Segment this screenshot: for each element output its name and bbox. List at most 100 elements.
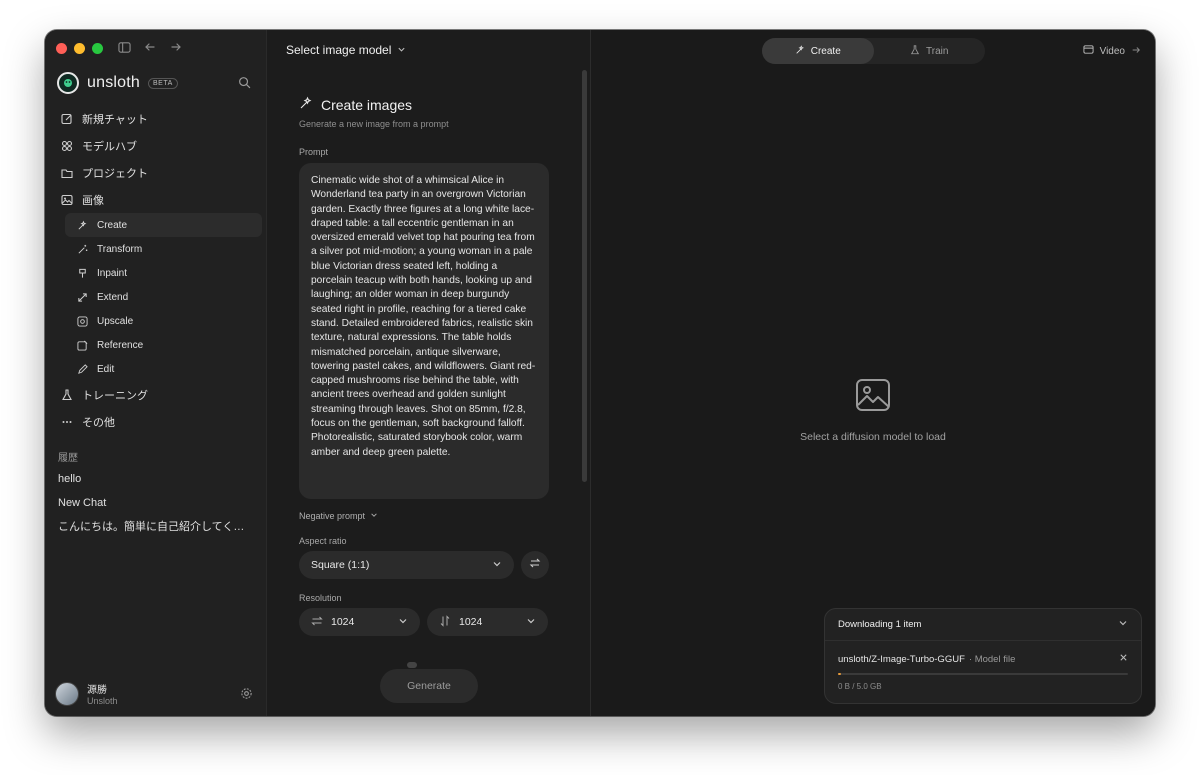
video-icon	[1083, 44, 1094, 58]
negative-prompt-label: Negative prompt	[299, 511, 366, 521]
sidebar-item-label: Upscale	[97, 315, 134, 327]
search-icon[interactable]	[238, 76, 252, 90]
download-size: 0 B / 5.0 GB	[838, 682, 882, 691]
chevron-down-icon	[492, 559, 502, 572]
empty-state-text: Select a diffusion model to load	[800, 431, 946, 443]
tab-label: Train	[926, 45, 949, 57]
download-panel: Downloading 1 item unsloth/Z-Image-Turbo…	[824, 608, 1142, 704]
sparkle-icon	[299, 96, 313, 113]
reference-icon	[75, 338, 89, 352]
image-icon	[60, 193, 74, 207]
sidebar-item-create[interactable]: Create	[65, 213, 262, 237]
scrollbar[interactable]	[582, 70, 587, 482]
video-link[interactable]: Video	[1083, 44, 1141, 58]
sparkle-icon	[75, 218, 89, 232]
sidebar-item-projects[interactable]: プロジェクト	[53, 159, 262, 186]
sidebar-item-upscale[interactable]: Upscale	[65, 309, 262, 333]
chevron-down-icon[interactable]	[1118, 618, 1128, 631]
image-submenu: Create Transform Inpaint Extend Upscale	[53, 213, 262, 381]
folder-icon	[60, 166, 74, 180]
tab-train[interactable]: Train	[874, 38, 986, 64]
sidebar-item-label: Inpaint	[97, 267, 128, 279]
upscale-icon	[75, 314, 89, 328]
close-icon[interactable]	[1119, 653, 1128, 665]
tab-label: Create	[810, 45, 841, 57]
sidebar-item-label: トレーニング	[82, 389, 148, 402]
chevron-down-icon	[526, 616, 536, 629]
width-select[interactable]: 1024	[299, 608, 420, 636]
download-progress-fill	[838, 673, 841, 675]
history-item[interactable]: こんにちは。簡単に自己紹介してください	[58, 515, 252, 539]
prompt-label: Prompt	[299, 147, 329, 157]
sparkle-icon	[795, 44, 805, 58]
sidebar-item-label: モデルハブ	[82, 140, 137, 153]
back-arrow-icon[interactable]	[143, 40, 157, 54]
sidebar-toggle-icon[interactable]	[117, 40, 131, 54]
negative-prompt-toggle[interactable]: Negative prompt	[299, 511, 378, 521]
user-profile[interactable]: 源勝 Unsloth	[55, 681, 254, 706]
sidebar-item-reference[interactable]: Reference	[65, 333, 262, 357]
avatar	[55, 681, 79, 706]
edit-icon	[60, 112, 74, 126]
flask-icon	[910, 44, 920, 58]
forward-arrow-icon[interactable]	[169, 40, 183, 54]
sidebar-item-label: Edit	[97, 363, 115, 375]
titlebar-icons	[117, 40, 183, 54]
close-window-button[interactable]	[56, 43, 67, 54]
empty-state: Select a diffusion model to load	[591, 378, 1155, 443]
history-item[interactable]: hello	[58, 467, 252, 491]
history-item[interactable]: New Chat	[58, 491, 252, 515]
user-name: 源勝	[87, 685, 107, 696]
unsloth-logo-icon	[57, 72, 79, 94]
arrow-right-icon	[1131, 45, 1141, 58]
canvas-area: Create Train Video Select a diffusion mo…	[591, 30, 1155, 716]
aspect-ratio-select[interactable]: Square (1:1)	[299, 551, 514, 579]
brand-name: unsloth	[87, 74, 140, 91]
image-placeholder-icon	[855, 378, 891, 417]
slider-handle[interactable]	[407, 662, 417, 668]
beta-badge: BETA	[148, 77, 178, 89]
chevron-down-icon	[398, 616, 408, 629]
flask-icon	[60, 388, 74, 402]
download-item: unsloth/Z-Image-Turbo-GGUF · Model file	[825, 641, 1141, 665]
app-window: unsloth BETA 新規チャット モデルハブ プロジェクト 画像 Crea…	[45, 30, 1155, 716]
tab-create[interactable]: Create	[762, 38, 874, 64]
download-name: unsloth/Z-Image-Turbo-GGUF	[838, 653, 965, 665]
download-progress-bar	[838, 673, 1128, 675]
model-select-dropdown[interactable]: Select image model	[286, 43, 406, 57]
sidebar-item-images[interactable]: 画像	[53, 186, 262, 213]
chevron-down-icon	[370, 511, 378, 521]
page-subtitle: Generate a new image from a prompt	[299, 119, 449, 129]
video-label: Video	[1099, 45, 1125, 57]
prompt-textarea[interactable]: Cinematic wide shot of a whimsical Alice…	[299, 163, 549, 499]
more-icon	[60, 415, 74, 429]
gear-icon[interactable]	[240, 687, 254, 701]
sidebar-item-more[interactable]: その他	[53, 408, 262, 435]
download-header[interactable]: Downloading 1 item	[825, 609, 1141, 641]
sidebar-item-training[interactable]: トレーニング	[53, 381, 262, 408]
height-select[interactable]: 1024	[427, 608, 548, 636]
page-title: Create images	[321, 96, 413, 113]
sidebar-item-inpaint[interactable]: Inpaint	[65, 261, 262, 285]
sidebar-item-model-hub[interactable]: モデルハブ	[53, 132, 262, 159]
sidebar-item-extend[interactable]: Extend	[65, 285, 262, 309]
form-header: Create images Generate a new image from …	[299, 96, 549, 130]
sidebar: unsloth BETA 新規チャット モデルハブ プロジェクト 画像 Crea…	[45, 30, 267, 716]
sidebar-item-edit[interactable]: Edit	[65, 357, 262, 381]
form-title: Create images	[299, 96, 549, 113]
sidebar-item-new-chat[interactable]: 新規チャット	[53, 105, 262, 132]
sidebar-item-transform[interactable]: Transform	[65, 237, 262, 261]
sidebar-item-label: プロジェクト	[82, 167, 148, 180]
user-org: Unsloth	[87, 696, 118, 706]
download-title: Downloading 1 item	[838, 619, 922, 630]
sidebar-item-label: その他	[82, 416, 115, 429]
sidebar-item-label: Reference	[97, 339, 144, 351]
generate-button[interactable]: Generate	[380, 669, 478, 703]
wand-icon	[75, 242, 89, 256]
maximize-window-button[interactable]	[92, 43, 103, 54]
swap-icon	[529, 556, 541, 574]
swap-aspect-button[interactable]	[521, 551, 549, 579]
brand[interactable]: unsloth BETA	[57, 72, 178, 94]
minimize-window-button[interactable]	[74, 43, 85, 54]
width-value: 1024	[331, 616, 355, 628]
